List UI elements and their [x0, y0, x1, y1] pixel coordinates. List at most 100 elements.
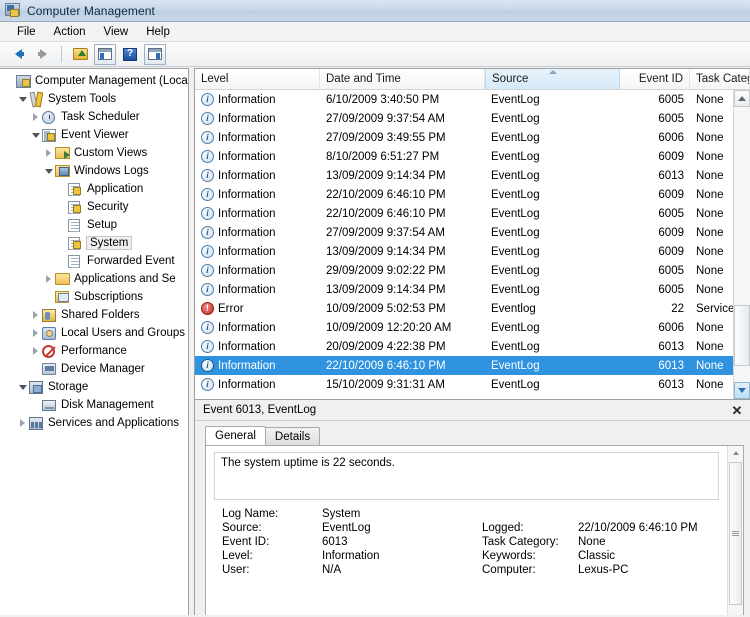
up-one-level-button[interactable]	[69, 44, 91, 65]
event-row[interactable]: i Information 10/09/2009 12:20:20 AM EventL…	[195, 318, 733, 337]
event-row[interactable]: i Information 15/10/2009 9:31:31 AM EventLo…	[195, 375, 733, 394]
menu-help[interactable]: Help	[137, 24, 179, 40]
event-id-cell: 6005	[658, 264, 684, 277]
detail-scrollbar-thumb[interactable]	[729, 462, 742, 605]
event-source-cell: EventLog	[491, 359, 540, 372]
expand-collapse-chevron-down-icon[interactable]	[42, 162, 55, 180]
tree-item-label: Services and Applications	[48, 417, 180, 429]
tree-item-local-users-and-groups[interactable]: Local Users and Groups	[0, 324, 188, 342]
expand-collapse-chevron-right-icon[interactable]	[29, 324, 42, 342]
forward-arrow-icon	[37, 49, 47, 59]
main-content-area: Computer Management (Local System Tools Ta…	[0, 68, 750, 617]
storage-icon	[29, 379, 45, 395]
detail-scrollbar-track[interactable]	[728, 460, 743, 615]
expand-collapse-chevron-right-icon[interactable]	[29, 108, 42, 126]
menu-action[interactable]: Action	[45, 24, 95, 40]
scroll-up-button[interactable]	[734, 90, 750, 107]
tab-details[interactable]: Details	[264, 427, 321, 445]
forwarded-events-log-icon	[68, 253, 84, 269]
event-row[interactable]: i Information 20/09/2009 4:22:38 PM EventLo…	[195, 337, 733, 356]
column-header-source[interactable]: Source	[485, 69, 620, 89]
console-tree-pane[interactable]: Computer Management (Local System Tools Ta…	[0, 68, 189, 617]
subscriptions-icon	[55, 289, 71, 305]
event-row[interactable]: i Information 27/09/2009 9:37:54 AM EventLo…	[195, 109, 733, 128]
expand-collapse-chevron-down-icon[interactable]	[16, 90, 29, 108]
event-row[interactable]: i Information 22/10/2009 6:46:10 PM EventLo…	[195, 185, 733, 204]
disk-management-icon	[42, 397, 58, 413]
detail-scrollbar[interactable]	[727, 446, 743, 615]
event-property-value: EventLog	[322, 522, 371, 534]
back-button[interactable]	[7, 44, 29, 65]
tree-item-shared-folders[interactable]: Shared Folders	[0, 306, 188, 324]
event-row[interactable]: i Information 13/09/2009 9:14:34 PM EventLo…	[195, 242, 733, 261]
expand-collapse-chevron-right-icon[interactable]	[42, 144, 55, 162]
event-level-cell: ! Error	[195, 302, 320, 315]
tree-item-system-tools[interactable]: System Tools	[0, 90, 188, 108]
show-hide-console-tree-button[interactable]	[94, 43, 116, 65]
event-list-scrollbar[interactable]	[733, 90, 750, 399]
event-row[interactable]: i Information 22/10/2009 6:46:10 PM EventLo…	[195, 356, 733, 375]
event-detail-pane: Event 6013, EventLog ✕ General Details T…	[194, 400, 750, 617]
column-header-date-and-time[interactable]: Date and Time	[320, 69, 485, 89]
tree-item-custom-views[interactable]: Custom Views	[0, 144, 188, 162]
tree-item-task-scheduler[interactable]: Task Scheduler	[0, 108, 188, 126]
forward-button[interactable]	[32, 44, 54, 65]
expand-collapse-chevron-right-icon[interactable]	[16, 414, 29, 432]
event-row[interactable]: i Information 13/09/2009 9:14:34 PM EventLo…	[195, 166, 733, 185]
event-level-label: Information	[218, 378, 276, 391]
tree-item-label: Storage	[48, 381, 89, 393]
expand-collapse-chevron-down-icon[interactable]	[16, 378, 29, 396]
scrollbar-track[interactable]	[734, 107, 750, 382]
event-row[interactable]: i Information 13/09/2009 9:14:34 PM EventLo…	[195, 280, 733, 299]
tree-item-forwarded-event[interactable]: Forwarded Event	[0, 252, 188, 270]
tree-item-application[interactable]: Application	[0, 180, 188, 198]
event-level-label: Information	[218, 131, 276, 144]
event-property-label: Keywords:	[482, 550, 536, 562]
show-hide-action-pane-button[interactable]	[144, 43, 166, 65]
event-detail-header: Event 6013, EventLog ✕	[195, 400, 750, 421]
tree-item-setup[interactable]: Setup	[0, 216, 188, 234]
expand-collapse-chevron-right-icon[interactable]	[42, 270, 55, 288]
event-row[interactable]: ! Error 10/09/2009 5:02:53 PM Eventlog 22 Ser…	[195, 299, 733, 318]
scroll-down-button[interactable]	[734, 382, 750, 399]
tree-item-storage[interactable]: Storage	[0, 378, 188, 396]
event-row[interactable]: i Information 27/09/2009 9:37:54 AM EventLo…	[195, 223, 733, 242]
detail-scroll-up-button[interactable]	[728, 446, 743, 460]
tree-item-event-viewer[interactable]: Event Viewer	[0, 126, 188, 144]
tree-item-subscriptions[interactable]: Subscriptions	[0, 288, 188, 306]
tab-general[interactable]: General	[205, 426, 266, 445]
event-source-cell: EventLog	[491, 207, 540, 220]
menu-file[interactable]: File	[8, 24, 45, 40]
scrollbar-thumb[interactable]	[734, 305, 750, 366]
tree-item-computer-management-local[interactable]: Computer Management (Local	[0, 72, 188, 90]
windows-logs-folder-icon	[55, 163, 71, 179]
event-row[interactable]: i Information 8/10/2009 6:51:27 PM EventLog…	[195, 147, 733, 166]
column-header-level[interactable]: Level	[195, 69, 320, 89]
tree-item-services-and-applications[interactable]: Services and Applications	[0, 414, 188, 432]
event-level-label: Information	[218, 207, 276, 220]
console-tree: Computer Management (Local System Tools Ta…	[0, 69, 188, 432]
tree-item-disk-management[interactable]: Disk Management	[0, 396, 188, 414]
close-icon[interactable]: ✕	[730, 403, 744, 417]
help-button[interactable]: ?	[119, 44, 141, 65]
column-header-event-id[interactable]: Event ID	[620, 69, 690, 89]
tree-item-security[interactable]: Security	[0, 198, 188, 216]
expand-collapse-chevron-right-icon[interactable]	[29, 306, 42, 324]
menu-view[interactable]: View	[95, 24, 138, 40]
tree-item-performance[interactable]: Performance	[0, 342, 188, 360]
column-header-task-category[interactable]: Task Category	[690, 69, 750, 89]
event-row[interactable]: i Information 29/09/2009 9:02:22 PM EventLo…	[195, 261, 733, 280]
tree-item-applications-and-se[interactable]: Applications and Se	[0, 270, 188, 288]
event-source-cell: EventLog	[491, 245, 540, 258]
tree-item-device-manager[interactable]: Device Manager	[0, 360, 188, 378]
event-row[interactable]: i Information 27/09/2009 3:49:55 PM EventLo…	[195, 128, 733, 147]
tree-item-system[interactable]: System	[0, 234, 188, 252]
event-row[interactable]: i Information 22/10/2009 6:46:10 PM EventLo…	[195, 204, 733, 223]
expand-collapse-chevron-down-icon[interactable]	[29, 126, 42, 144]
information-icon: i	[201, 112, 214, 125]
expand-collapse-chevron-right-icon[interactable]	[29, 342, 42, 360]
event-row[interactable]: i Information 6/10/2009 3:40:50 PM EventLog…	[195, 90, 733, 109]
tree-item-windows-logs[interactable]: Windows Logs	[0, 162, 188, 180]
